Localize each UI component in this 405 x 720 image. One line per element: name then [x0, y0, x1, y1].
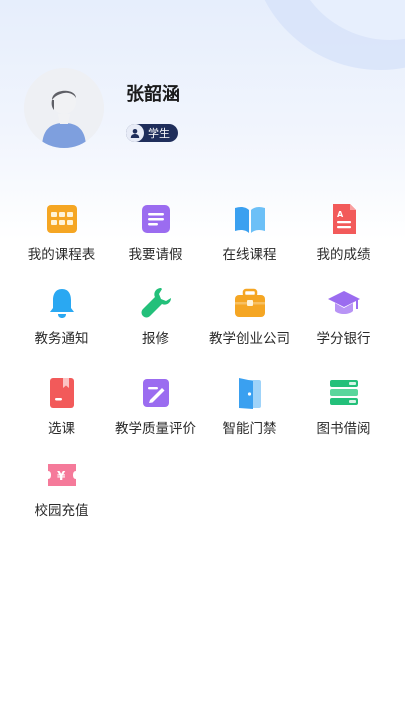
menu-item-teaching-evaluation[interactable]: 教学质量评价	[105, 376, 206, 437]
wrench-icon	[141, 288, 171, 318]
menu-item-label: 图书借阅	[316, 421, 371, 437]
menu-item-label: 我的成绩	[316, 247, 371, 263]
menu-item-label: 选课	[48, 421, 75, 437]
menu-item-label: 学分银行	[316, 331, 371, 347]
menu-item-label: 教学质量评价	[115, 421, 196, 437]
graduation-cap-icon	[327, 291, 360, 314]
menu-item-startup[interactable]: 教学创业公司	[199, 286, 300, 347]
avatar[interactable]	[24, 68, 104, 148]
grade-report-icon: A	[332, 204, 356, 234]
menu-item-grades[interactable]: A 我的成绩	[293, 202, 394, 263]
door-icon	[238, 378, 261, 409]
menu-item-label: 教学创业公司	[209, 331, 290, 347]
menu-item-label: 智能门禁	[222, 421, 277, 437]
menu-item-credit-bank[interactable]: 学分银行	[293, 286, 394, 347]
menu-item-library[interactable]: 图书借阅	[293, 376, 394, 437]
menu-item-label: 我要请假	[128, 247, 183, 263]
menu-item-label: 我的课程表	[27, 247, 96, 263]
books-stack-icon	[329, 380, 358, 405]
user-avatar-icon	[24, 68, 104, 148]
evaluation-icon	[142, 379, 169, 407]
user-name: 张韶涵	[126, 84, 180, 105]
menu-item-course-selection[interactable]: 选课	[11, 376, 112, 437]
user-badge-icon	[126, 124, 144, 142]
menu-item-online-course[interactable]: 在线课程	[199, 202, 300, 263]
menu-item-campus-recharge[interactable]: ¥ 校园充值	[11, 458, 112, 519]
role-badge: 学生	[126, 124, 178, 142]
briefcase-icon	[234, 288, 265, 317]
leave-request-icon	[141, 205, 170, 233]
bell-icon	[49, 289, 74, 318]
menu-item-repair[interactable]: 报修	[105, 286, 206, 347]
course-book-icon	[49, 378, 74, 408]
yuan-ticket-icon: ¥	[47, 464, 76, 486]
svg-text:¥: ¥	[57, 469, 66, 483]
menu-item-access-control[interactable]: 智能门禁	[199, 376, 300, 437]
calendar-icon	[46, 205, 77, 233]
menu-item-label: 校园充值	[34, 503, 89, 519]
menu-item-label: 在线课程	[222, 247, 277, 263]
role-label: 学生	[148, 127, 170, 140]
menu-item-schedule[interactable]: 我的课程表	[11, 202, 112, 263]
book-open-icon	[234, 206, 265, 233]
menu-item-label: 报修	[142, 331, 169, 347]
menu-item-notices[interactable]: 教务通知	[11, 286, 112, 347]
menu-item-leave-request[interactable]: 我要请假	[105, 202, 206, 263]
profile-card: 张韶涵 学生	[24, 68, 384, 158]
menu-item-label: 教务通知	[34, 331, 89, 347]
svg-text:A: A	[337, 210, 344, 219]
